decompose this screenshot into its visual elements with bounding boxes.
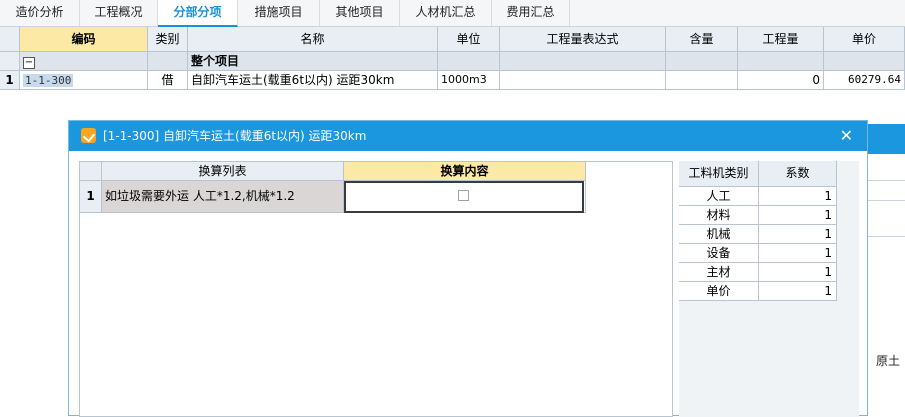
header-material-category[interactable]: 工料机类别 xyxy=(679,161,759,187)
background-panel-titlebar xyxy=(866,124,905,154)
content-cell[interactable] xyxy=(666,71,738,90)
group-name-cell: 整个项目 xyxy=(188,52,438,71)
dialog-title: [1-1-300] 自卸汽车运土(载重6t以内) 运距30km xyxy=(103,129,367,143)
factor-value-machinery[interactable]: 1 xyxy=(759,225,837,244)
tab-sub-items[interactable]: 分部分项 xyxy=(158,0,238,27)
factor-value-labor[interactable]: 1 xyxy=(759,187,837,206)
header-content[interactable]: 含量 xyxy=(666,27,738,52)
divider xyxy=(866,236,905,237)
table-row[interactable]: 1 1-1-300 借 自卸汽车运土(载重6t以内) 运距30km 1000m3… xyxy=(0,71,905,90)
group-toggle-cell[interactable]: − xyxy=(20,52,148,71)
tab-cost-analysis[interactable]: 造价分析 xyxy=(0,0,80,26)
factor-name-main-material: 主材 xyxy=(679,263,759,282)
conversion-list-item[interactable]: 如垃圾需要外运 人工*1.2,机械*1.2 xyxy=(102,181,344,213)
row-number xyxy=(0,52,20,71)
unit-price-cell[interactable]: 60279.64 xyxy=(824,71,905,90)
background-panel xyxy=(866,120,905,416)
factor-value-main-material[interactable]: 1 xyxy=(759,263,837,282)
tab-measures[interactable]: 措施项目 xyxy=(238,0,320,26)
factor-name-labor: 人工 xyxy=(679,187,759,206)
tab-other-items[interactable]: 其他项目 xyxy=(320,0,400,26)
group-cell xyxy=(738,52,824,71)
tab-fee-summary[interactable]: 费用汇总 xyxy=(492,0,570,26)
header-type[interactable]: 类别 xyxy=(148,27,188,52)
factor-value-material[interactable]: 1 xyxy=(759,206,837,225)
unit-cell[interactable]: 1000m3 xyxy=(438,71,500,90)
factor-value-unit-price[interactable]: 1 xyxy=(759,282,837,301)
header-coefficient[interactable]: 系数 xyxy=(759,161,837,187)
background-text: 、原土 xyxy=(864,354,901,368)
conversion-dialog: [1-1-300] 自卸汽车运土(载重6t以内) 运距30km ✕ 换算列表 换… xyxy=(68,120,868,417)
name-cell[interactable]: 自卸汽车运土(载重6t以内) 运距30km xyxy=(188,71,438,90)
factor-name-unit-price: 单价 xyxy=(679,282,759,301)
header-name[interactable]: 名称 xyxy=(188,27,438,52)
group-cell xyxy=(500,52,666,71)
header-quantity[interactable]: 工程量 xyxy=(738,27,824,52)
divider xyxy=(866,180,905,181)
conversion-table: 换算列表 换算内容 1 如垃圾需要外运 人工*1.2,机械*1.2 xyxy=(79,161,673,417)
selected-cell-outline xyxy=(344,181,584,213)
header-conversion-list[interactable]: 换算列表 xyxy=(102,162,344,181)
grid-corner xyxy=(0,27,20,52)
dialog-body: 换算列表 换算内容 1 如垃圾需要外运 人工*1.2,机械*1.2 工料机类别 … xyxy=(79,161,859,417)
factor-value-equipment[interactable]: 1 xyxy=(759,244,837,263)
factor-name-material: 材料 xyxy=(679,206,759,225)
group-row[interactable]: − 整个项目 xyxy=(0,52,905,71)
factor-name-equipment: 设备 xyxy=(679,244,759,263)
group-cell xyxy=(666,52,738,71)
group-type-cell xyxy=(148,52,188,71)
row-number: 1 xyxy=(80,181,102,213)
tab-project-overview[interactable]: 工程概况 xyxy=(80,0,158,26)
top-tab-bar: 造价分析 工程概况 分部分项 措施项目 其他项目 人材机汇总 费用汇总 xyxy=(0,0,905,27)
expression-cell[interactable] xyxy=(500,71,666,90)
divider xyxy=(866,200,905,201)
tab-labor-material-summary[interactable]: 人材机汇总 xyxy=(400,0,492,26)
header-conversion-content[interactable]: 换算内容 xyxy=(344,162,586,181)
factor-pane: 工料机类别 系数 人工 1 材料 1 机械 1 设备 1 主材 1 单价 1 xyxy=(679,161,859,417)
header-code[interactable]: 编码 xyxy=(20,27,148,52)
quantity-cell[interactable]: 0 xyxy=(738,71,824,90)
app-check-icon xyxy=(81,128,96,143)
factor-name-machinery: 机械 xyxy=(679,225,759,244)
code-value-selected[interactable]: 1-1-300 xyxy=(23,74,74,87)
collapse-toggle-icon[interactable]: − xyxy=(23,57,35,69)
header-unit[interactable]: 单位 xyxy=(438,27,500,52)
group-cell xyxy=(438,52,500,71)
code-cell[interactable]: 1-1-300 xyxy=(20,71,148,90)
header-quantity-expression[interactable]: 工程量表达式 xyxy=(500,27,666,52)
close-icon[interactable]: ✕ xyxy=(840,121,853,151)
dialog-titlebar[interactable]: [1-1-300] 自卸汽车运土(载重6t以内) 运距30km ✕ xyxy=(69,121,867,151)
table-corner xyxy=(80,162,102,181)
row-number: 1 xyxy=(0,71,20,90)
group-cell xyxy=(824,52,905,71)
type-cell[interactable]: 借 xyxy=(148,71,188,90)
header-unit-price[interactable]: 单价 xyxy=(824,27,905,52)
grid-header-row: 编码 类别 名称 单位 工程量表达式 含量 工程量 单价 xyxy=(0,27,905,52)
